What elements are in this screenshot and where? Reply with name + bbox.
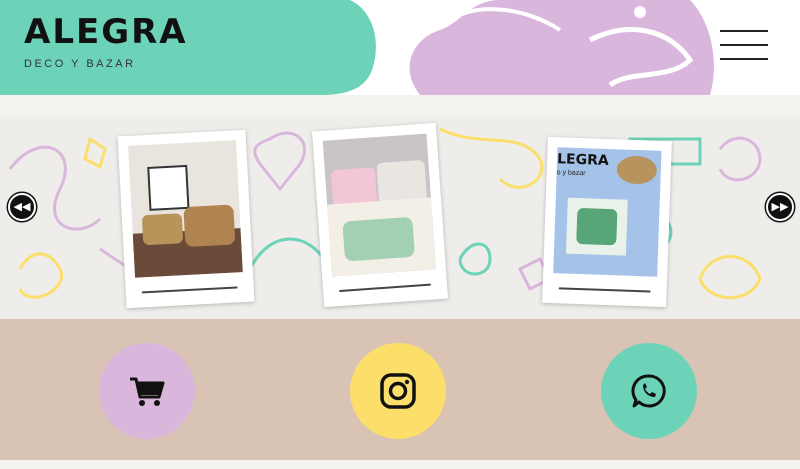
photo-carousel: LEGRA o y bazar ◀◀ ▶▶ xyxy=(0,119,800,319)
gallery-photo-cushions[interactable] xyxy=(312,122,448,308)
shop-cart-button[interactable] xyxy=(99,343,195,439)
fast-forward-icon: ▶▶ xyxy=(771,201,789,213)
brand-name: ALEGRA xyxy=(24,12,188,52)
gallery-photo-baskets[interactable] xyxy=(117,129,255,309)
instagram-icon xyxy=(380,373,416,409)
brand-tagline: DECO Y BAZAR xyxy=(24,58,136,70)
brand-logo[interactable]: ALEGRA DECO Y BAZAR xyxy=(24,12,188,70)
whatsapp-icon xyxy=(631,374,666,408)
hamburger-menu-button[interactable] xyxy=(720,30,768,64)
divider-band xyxy=(0,95,800,119)
lavender-doodle-decoration xyxy=(409,0,714,95)
instagram-button[interactable] xyxy=(350,343,446,439)
whatsapp-button[interactable] xyxy=(601,343,697,439)
photo-overlay-tagline: o y bazar xyxy=(556,169,586,178)
gallery-photo-placemats[interactable]: LEGRA o y bazar xyxy=(542,136,672,308)
shopping-cart-icon xyxy=(130,377,165,406)
hamburger-icon xyxy=(720,30,768,32)
carousel-next-button[interactable]: ▶▶ xyxy=(766,193,794,221)
rewind-icon: ◀◀ xyxy=(13,201,31,213)
photo-overlay-brand: LEGRA xyxy=(556,151,610,170)
carousel-prev-button[interactable]: ◀◀ xyxy=(8,193,36,221)
social-footer xyxy=(0,319,800,460)
site-header: ALEGRA DECO Y BAZAR xyxy=(0,0,800,95)
bottom-divider xyxy=(0,460,800,469)
